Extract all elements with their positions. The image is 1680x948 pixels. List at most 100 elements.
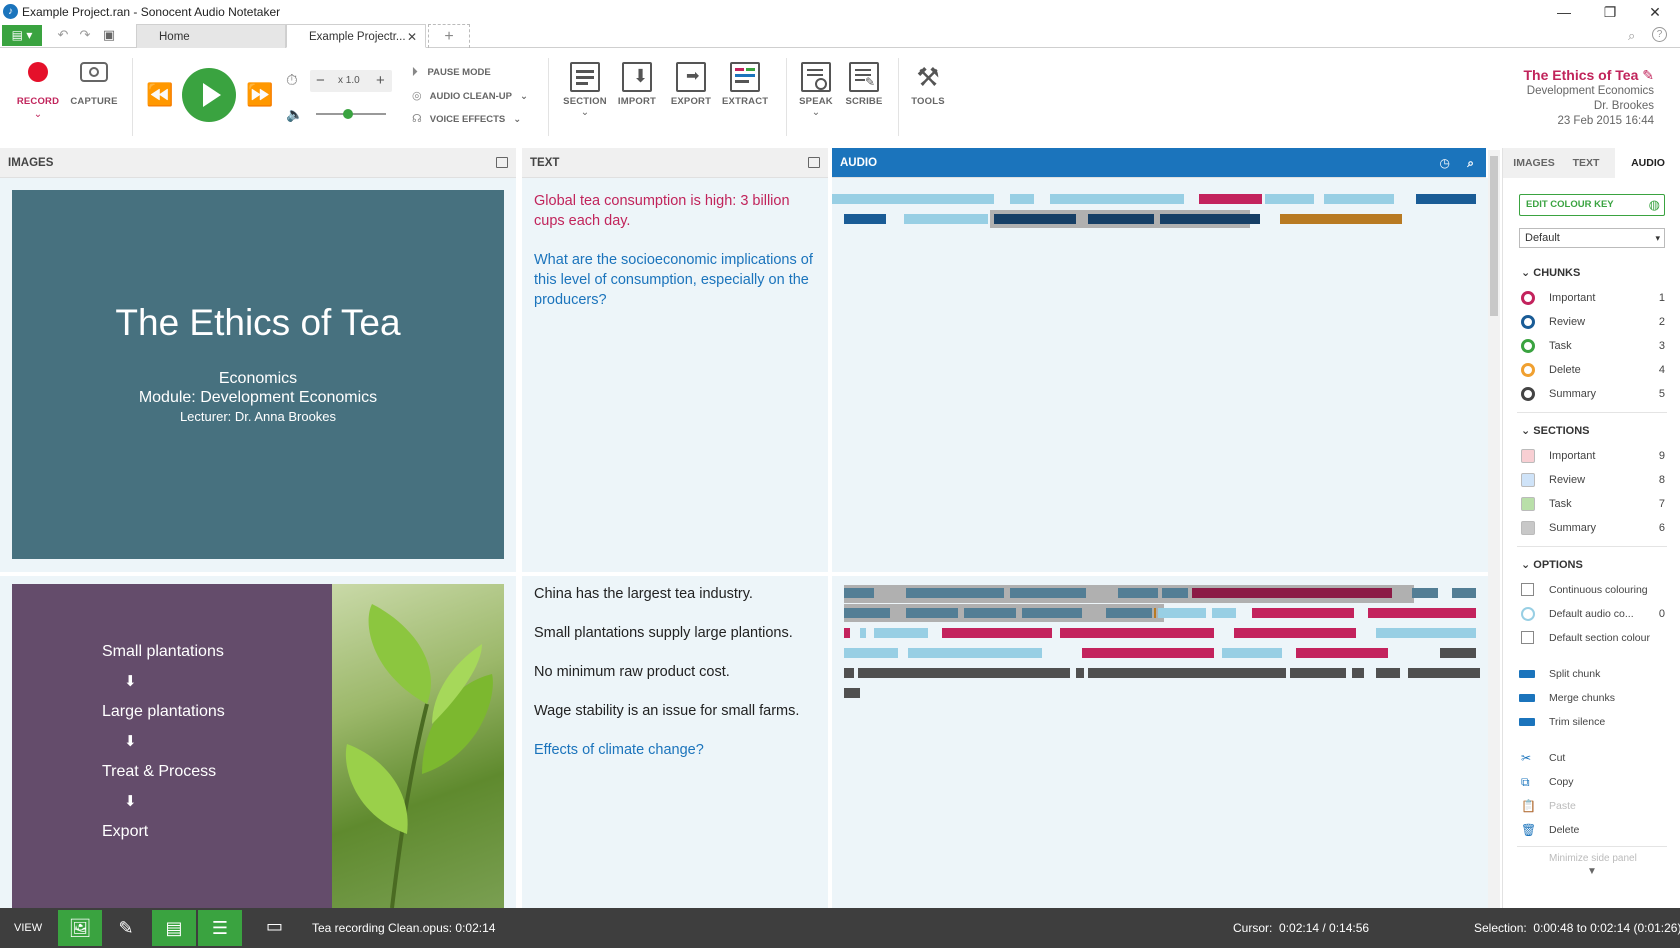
- timer-icon[interactable]: ⏱: [286, 72, 298, 89]
- audio-chunk[interactable]: [844, 588, 874, 598]
- note-paragraph[interactable]: Small plantations supply large plantions…: [534, 623, 820, 643]
- fast-forward-icon[interactable]: ⏩: [246, 82, 273, 108]
- audio-chunk[interactable]: [906, 588, 1004, 598]
- record-dropdown-icon[interactable]: ⌄: [14, 109, 62, 120]
- edit-action-3[interactable]: 📋 Paste: [1519, 796, 1665, 816]
- audio-chunk[interactable]: [1290, 668, 1346, 678]
- edit-pencil-icon[interactable]: ✎: [1642, 67, 1654, 83]
- audio-chunk[interactable]: [1296, 648, 1388, 658]
- note-paragraph[interactable]: Global tea consumption is high: 3 billio…: [534, 191, 820, 231]
- option-item[interactable]: Continuous colouring: [1519, 580, 1665, 600]
- audio-chunk[interactable]: [1010, 194, 1034, 204]
- chunk-action-1[interactable]: Split chunk: [1519, 664, 1665, 684]
- options-section-header[interactable]: ⌄ OPTIONS: [1521, 558, 1583, 571]
- minimize-window-button[interactable]: —: [1554, 4, 1574, 20]
- audio-chunk[interactable]: [906, 608, 958, 618]
- chevron-down-icon[interactable]: ⌄: [562, 107, 608, 118]
- close-tab-icon[interactable]: ✕: [407, 25, 417, 49]
- audio-chunk[interactable]: [1352, 668, 1364, 678]
- restore-window-button[interactable]: ❐: [1600, 4, 1620, 21]
- pane-toggle-icon[interactable]: [496, 157, 508, 168]
- chunk-key-item[interactable]: Delete 4: [1519, 360, 1665, 380]
- audio-chunk[interactable]: [1280, 214, 1402, 224]
- audio-chunk[interactable]: [844, 668, 854, 678]
- audio-chunk[interactable]: [1416, 194, 1476, 204]
- section-key-item[interactable]: Review 8: [1519, 470, 1665, 490]
- pause-mode-toggle[interactable]: ⏵ PAUSE MODE: [412, 66, 491, 79]
- chunks-section-header[interactable]: ⌄ CHUNKS: [1521, 266, 1580, 279]
- audio-chunk[interactable]: [1252, 608, 1354, 618]
- audio-chunk[interactable]: [1376, 628, 1476, 638]
- audio-chunk[interactable]: [1212, 608, 1236, 618]
- default-audio-colour-icon[interactable]: [1521, 607, 1535, 621]
- audio-chunk[interactable]: [844, 648, 898, 658]
- tab-example-project[interactable]: Example Projectr... ✕: [286, 24, 426, 48]
- audio-chunk[interactable]: [1192, 588, 1392, 598]
- play-button[interactable]: [182, 68, 236, 122]
- audio-chunk[interactable]: [942, 628, 1052, 638]
- section-key-item[interactable]: Summary 6: [1519, 518, 1665, 538]
- scribe-button[interactable]: ✎ SCRIBE: [842, 62, 886, 107]
- export-button[interactable]: ➡ EXPORT: [668, 62, 714, 107]
- checkbox[interactable]: [1521, 631, 1534, 644]
- tab-home[interactable]: Home: [136, 24, 286, 48]
- voice-effects-toggle[interactable]: ☊ VOICE EFFECTS ⌄: [412, 112, 521, 125]
- audio-chunk[interactable]: [1324, 194, 1394, 204]
- zoom-icon[interactable]: ⌕: [1467, 148, 1474, 178]
- view-slides-button[interactable]: ✎: [104, 910, 148, 946]
- note-paragraph[interactable]: No minimum raw product cost.: [534, 662, 820, 682]
- audio-chunk[interactable]: [1234, 628, 1356, 638]
- notes-block-1[interactable]: Global tea consumption is high: 3 billio…: [534, 191, 820, 329]
- audio-chunk[interactable]: [844, 628, 850, 638]
- speak-button[interactable]: SPEAK ⌄: [796, 62, 836, 118]
- chunk-key-item[interactable]: Summary 5: [1519, 384, 1665, 404]
- pane-toggle-icon[interactable]: [808, 157, 820, 168]
- audio-chunk[interactable]: [1082, 648, 1214, 658]
- slide-image-1[interactable]: The Ethics of Tea Economics Module: Deve…: [12, 190, 504, 559]
- speed-decrease-icon[interactable]: −: [316, 70, 325, 92]
- note-paragraph[interactable]: Effects of climate change?: [534, 740, 820, 760]
- slide-image-2[interactable]: Small plantations ⬇ Large plantations ⬇ …: [12, 584, 504, 908]
- audio-chunk[interactable]: [1154, 608, 1156, 618]
- minimize-side-panel-button[interactable]: Minimize side panel: [1519, 852, 1665, 866]
- section-key-item[interactable]: Important 9: [1519, 446, 1665, 466]
- audio-chunk[interactable]: [860, 628, 866, 638]
- scrollbar-thumb[interactable]: [1490, 156, 1498, 316]
- audio-chunk[interactable]: [1376, 668, 1400, 678]
- note-paragraph[interactable]: Wage stability is an issue for small far…: [534, 701, 820, 721]
- chunk-action-2[interactable]: Merge chunks: [1519, 688, 1665, 708]
- audio-chunk[interactable]: [1412, 588, 1438, 598]
- speed-control[interactable]: − x 1.0 +: [310, 70, 392, 92]
- edit-action-1[interactable]: ✂ Cut: [1519, 748, 1665, 768]
- import-button[interactable]: ⬇ IMPORT: [614, 62, 660, 107]
- save-icon[interactable]: ▣: [100, 27, 118, 43]
- volume-slider[interactable]: [316, 109, 386, 119]
- clock-icon[interactable]: ◷: [1440, 148, 1450, 178]
- audio-chunk[interactable]: [1060, 628, 1214, 638]
- audio-chunk[interactable]: [1010, 588, 1086, 598]
- audio-chunk[interactable]: [844, 214, 886, 224]
- tools-button[interactable]: ⚒ TOOLS: [906, 62, 950, 107]
- audio-chunk[interactable]: [1050, 194, 1184, 204]
- audio-chunk[interactable]: [1158, 608, 1206, 618]
- project-title[interactable]: The Ethics of Tea ✎: [1524, 66, 1655, 84]
- audio-scrollbar[interactable]: [1488, 150, 1500, 908]
- volume-slider-knob[interactable]: [342, 109, 353, 119]
- new-tab-button[interactable]: +: [428, 24, 470, 48]
- redo-icon[interactable]: ↷: [76, 27, 94, 43]
- record-button[interactable]: RECORD ⌄: [14, 62, 62, 120]
- edit-action-4[interactable]: 🗑 Delete: [1519, 820, 1665, 840]
- audio-chunk[interactable]: [964, 608, 1016, 618]
- audio-chunk[interactable]: [858, 668, 1070, 678]
- audio-chunk[interactable]: [1408, 668, 1480, 678]
- note-paragraph[interactable]: China has the largest tea industry.: [534, 584, 820, 604]
- checkbox[interactable]: [1521, 583, 1534, 596]
- audio-chunk[interactable]: [1222, 648, 1282, 658]
- chunk-key-item[interactable]: Task 3: [1519, 336, 1665, 356]
- view-images-button[interactable]: 🖼: [58, 910, 102, 946]
- app-menu-button[interactable]: ▤ ▾: [2, 25, 42, 46]
- section-button[interactable]: SECTION ⌄: [562, 62, 608, 118]
- chunk-key-item[interactable]: Review 2: [1519, 312, 1665, 332]
- chunk-action-3[interactable]: Trim silence: [1519, 712, 1665, 732]
- extract-button[interactable]: EXTRACT: [722, 62, 768, 107]
